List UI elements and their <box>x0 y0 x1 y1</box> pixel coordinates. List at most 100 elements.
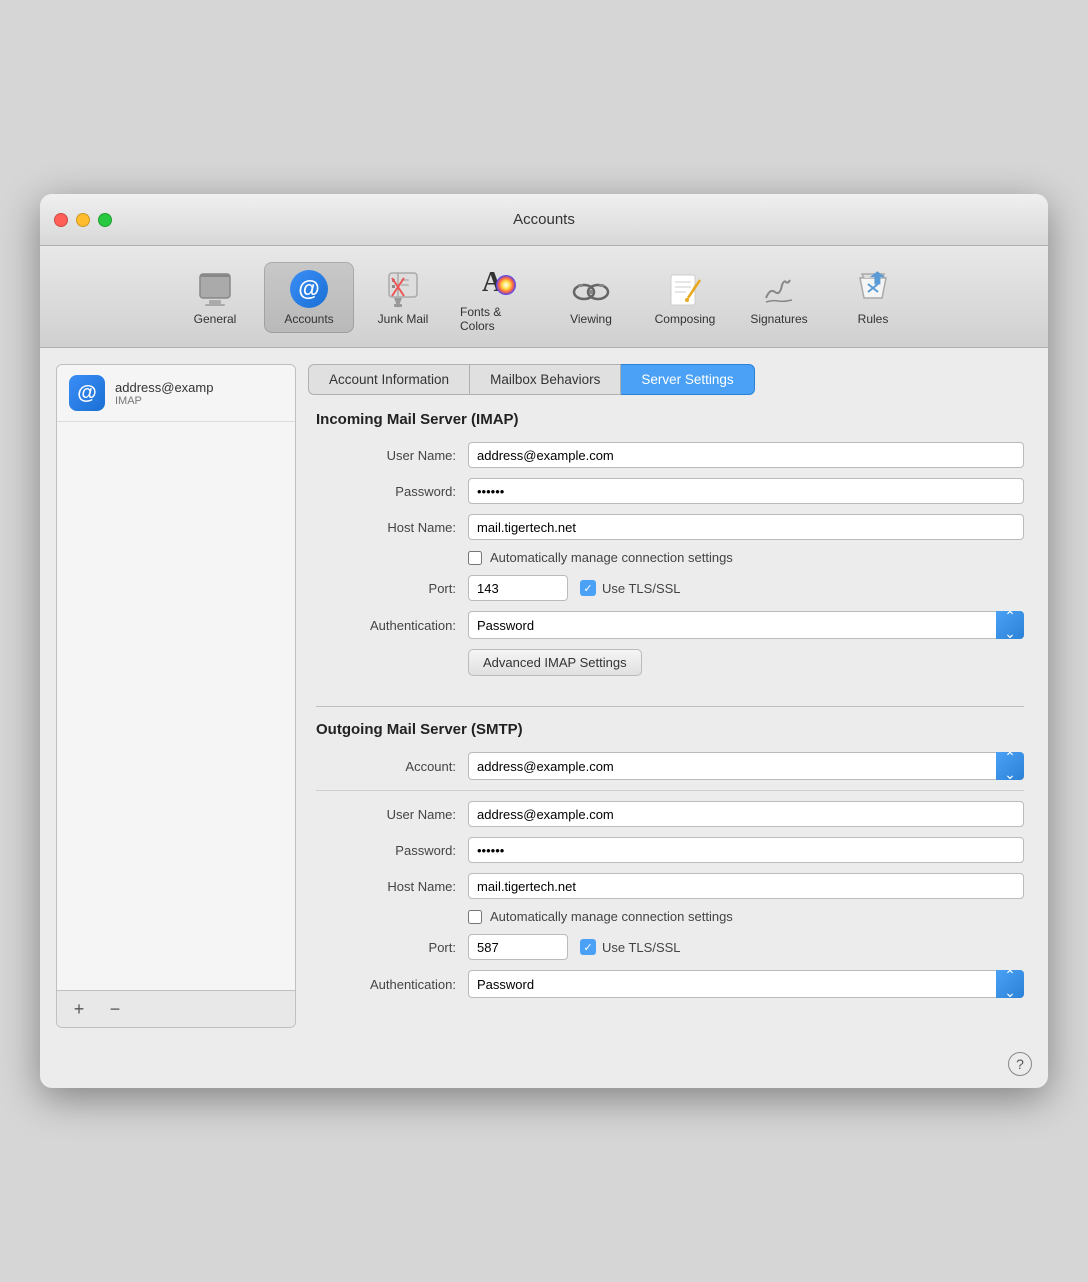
general-label: General <box>194 312 237 326</box>
incoming-password-input[interactable] <box>468 478 1024 504</box>
incoming-tls-label: Use TLS/SSL <box>602 581 681 596</box>
remove-account-button[interactable]: − <box>97 995 133 1023</box>
incoming-username-label: User Name: <box>316 448 456 463</box>
help-button[interactable]: ? <box>1008 1052 1032 1076</box>
account-avatar: @ <box>69 375 105 411</box>
composing-icon <box>665 269 705 309</box>
form-content: Incoming Mail Server (IMAP) User Name: P… <box>308 411 1032 1028</box>
outgoing-auth-label: Authentication: <box>316 977 456 992</box>
incoming-username-row: User Name: <box>316 442 1024 468</box>
toolbar-item-fonts-colors[interactable]: A Fonts & Colors <box>452 256 542 339</box>
main-content: @ address@examp IMAP + − Account Informa… <box>40 348 1048 1044</box>
outgoing-auth-select-wrapper: Password MD5 Challenge-Response NTLM Ker… <box>468 970 1024 998</box>
toolbar-item-viewing[interactable]: Viewing <box>546 263 636 332</box>
viewing-label: Viewing <box>570 312 612 326</box>
viewing-icon <box>571 269 611 309</box>
window-controls <box>54 213 112 227</box>
incoming-port-label: Port: <box>316 581 456 596</box>
advanced-imap-settings-button[interactable]: Advanced IMAP Settings <box>468 649 642 676</box>
outgoing-section-title: Outgoing Mail Server (SMTP) <box>316 721 1024 738</box>
incoming-tls-checkbox[interactable]: ✓ <box>580 580 596 596</box>
minimize-button[interactable] <box>76 213 90 227</box>
incoming-auth-row: Authentication: Password MD5 Challenge-R… <box>316 611 1024 639</box>
outgoing-hostname-label: Host Name: <box>316 879 456 894</box>
outgoing-auto-manage-row: Automatically manage connection settings <box>316 909 1024 924</box>
incoming-section-title: Incoming Mail Server (IMAP) <box>316 411 1024 428</box>
incoming-auth-select[interactable]: Password MD5 Challenge-Response NTLM Ker… <box>468 611 1024 639</box>
toolbar-item-rules[interactable]: Rules <box>828 263 918 332</box>
outgoing-username-row: User Name: <box>316 801 1024 827</box>
account-info: address@examp IMAP <box>115 380 213 407</box>
right-panel: Account Information Mailbox Behaviors Se… <box>308 364 1032 1028</box>
outgoing-auto-manage-label: Automatically manage connection settings <box>490 909 733 924</box>
accounts-icon: @ <box>289 269 329 309</box>
advanced-btn-wrapper: Advanced IMAP Settings <box>316 649 1024 690</box>
outgoing-username-input[interactable] <box>468 801 1024 827</box>
toolbar-item-signatures[interactable]: Signatures <box>734 263 824 332</box>
main-window: Accounts General @ Accounts <box>40 194 1048 1088</box>
incoming-hostname-label: Host Name: <box>316 520 456 535</box>
outgoing-password-input[interactable] <box>468 837 1024 863</box>
incoming-password-label: Password: <box>316 484 456 499</box>
outgoing-account-select-wrapper: address@example.com ⌃⌄ <box>468 752 1024 780</box>
bottom-bar: ? <box>40 1044 1048 1088</box>
incoming-hostname-input[interactable] <box>468 514 1024 540</box>
outgoing-tls-row: ✓ Use TLS/SSL <box>580 939 681 955</box>
sidebar-account-item[interactable]: @ address@examp IMAP <box>57 365 295 422</box>
maximize-button[interactable] <box>98 213 112 227</box>
outgoing-account-select[interactable]: address@example.com <box>468 752 1024 780</box>
outgoing-username-label: User Name: <box>316 807 456 822</box>
tabs: Account Information Mailbox Behaviors Se… <box>308 364 1032 395</box>
outgoing-tls-checkbox[interactable]: ✓ <box>580 939 596 955</box>
outgoing-auth-select[interactable]: Password MD5 Challenge-Response NTLM Ker… <box>468 970 1024 998</box>
toolbar-item-general[interactable]: General <box>170 263 260 332</box>
outgoing-port-row: Port: ✓ Use TLS/SSL <box>316 934 1024 960</box>
window-title: Accounts <box>513 211 575 228</box>
section-divider <box>316 706 1024 707</box>
toolbar: General @ Accounts <box>40 246 1048 348</box>
incoming-auto-manage-checkbox[interactable] <box>468 551 482 565</box>
outgoing-port-input[interactable] <box>468 934 568 960</box>
tab-mailbox-behaviors[interactable]: Mailbox Behaviors <box>470 364 621 395</box>
outgoing-auth-row: Authentication: Password MD5 Challenge-R… <box>316 970 1024 998</box>
incoming-auto-manage-label: Automatically manage connection settings <box>490 550 733 565</box>
incoming-password-row: Password: <box>316 478 1024 504</box>
fonts-colors-label: Fonts & Colors <box>460 305 534 333</box>
junk-mail-icon <box>383 269 423 309</box>
outgoing-password-row: Password: <box>316 837 1024 863</box>
accounts-label: Accounts <box>284 312 333 326</box>
incoming-username-input[interactable] <box>468 442 1024 468</box>
rules-icon <box>853 269 893 309</box>
outgoing-tls-label: Use TLS/SSL <box>602 940 681 955</box>
incoming-auth-select-wrapper: Password MD5 Challenge-Response NTLM Ker… <box>468 611 1024 639</box>
sidebar-footer: + − <box>57 990 295 1027</box>
fonts-colors-icon: A <box>477 262 517 302</box>
outgoing-auto-manage-checkbox[interactable] <box>468 910 482 924</box>
close-button[interactable] <box>54 213 68 227</box>
toolbar-item-composing[interactable]: Composing <box>640 263 730 332</box>
outgoing-inner-divider <box>316 790 1024 791</box>
incoming-auth-label: Authentication: <box>316 618 456 633</box>
incoming-tls-row: ✓ Use TLS/SSL <box>580 580 681 596</box>
tab-account-information[interactable]: Account Information <box>308 364 470 395</box>
sidebar: @ address@examp IMAP + − <box>56 364 296 1028</box>
signatures-icon <box>759 269 799 309</box>
account-email: address@examp <box>115 380 213 395</box>
toolbar-item-junk-mail[interactable]: Junk Mail <box>358 263 448 332</box>
outgoing-account-row: Account: address@example.com ⌃⌄ <box>316 752 1024 780</box>
incoming-port-input[interactable] <box>468 575 568 601</box>
junk-mail-label: Junk Mail <box>378 312 429 326</box>
toolbar-item-accounts[interactable]: @ Accounts <box>264 262 354 333</box>
titlebar: Accounts <box>40 194 1048 246</box>
add-account-button[interactable]: + <box>61 995 97 1023</box>
incoming-port-row: Port: ✓ Use TLS/SSL <box>316 575 1024 601</box>
general-icon <box>195 269 235 309</box>
account-list: @ address@examp IMAP <box>57 365 295 990</box>
tab-server-settings[interactable]: Server Settings <box>621 364 754 395</box>
composing-label: Composing <box>655 312 716 326</box>
signatures-label: Signatures <box>750 312 807 326</box>
outgoing-hostname-input[interactable] <box>468 873 1024 899</box>
rules-label: Rules <box>858 312 889 326</box>
outgoing-password-label: Password: <box>316 843 456 858</box>
incoming-auto-manage-row: Automatically manage connection settings <box>316 550 1024 565</box>
